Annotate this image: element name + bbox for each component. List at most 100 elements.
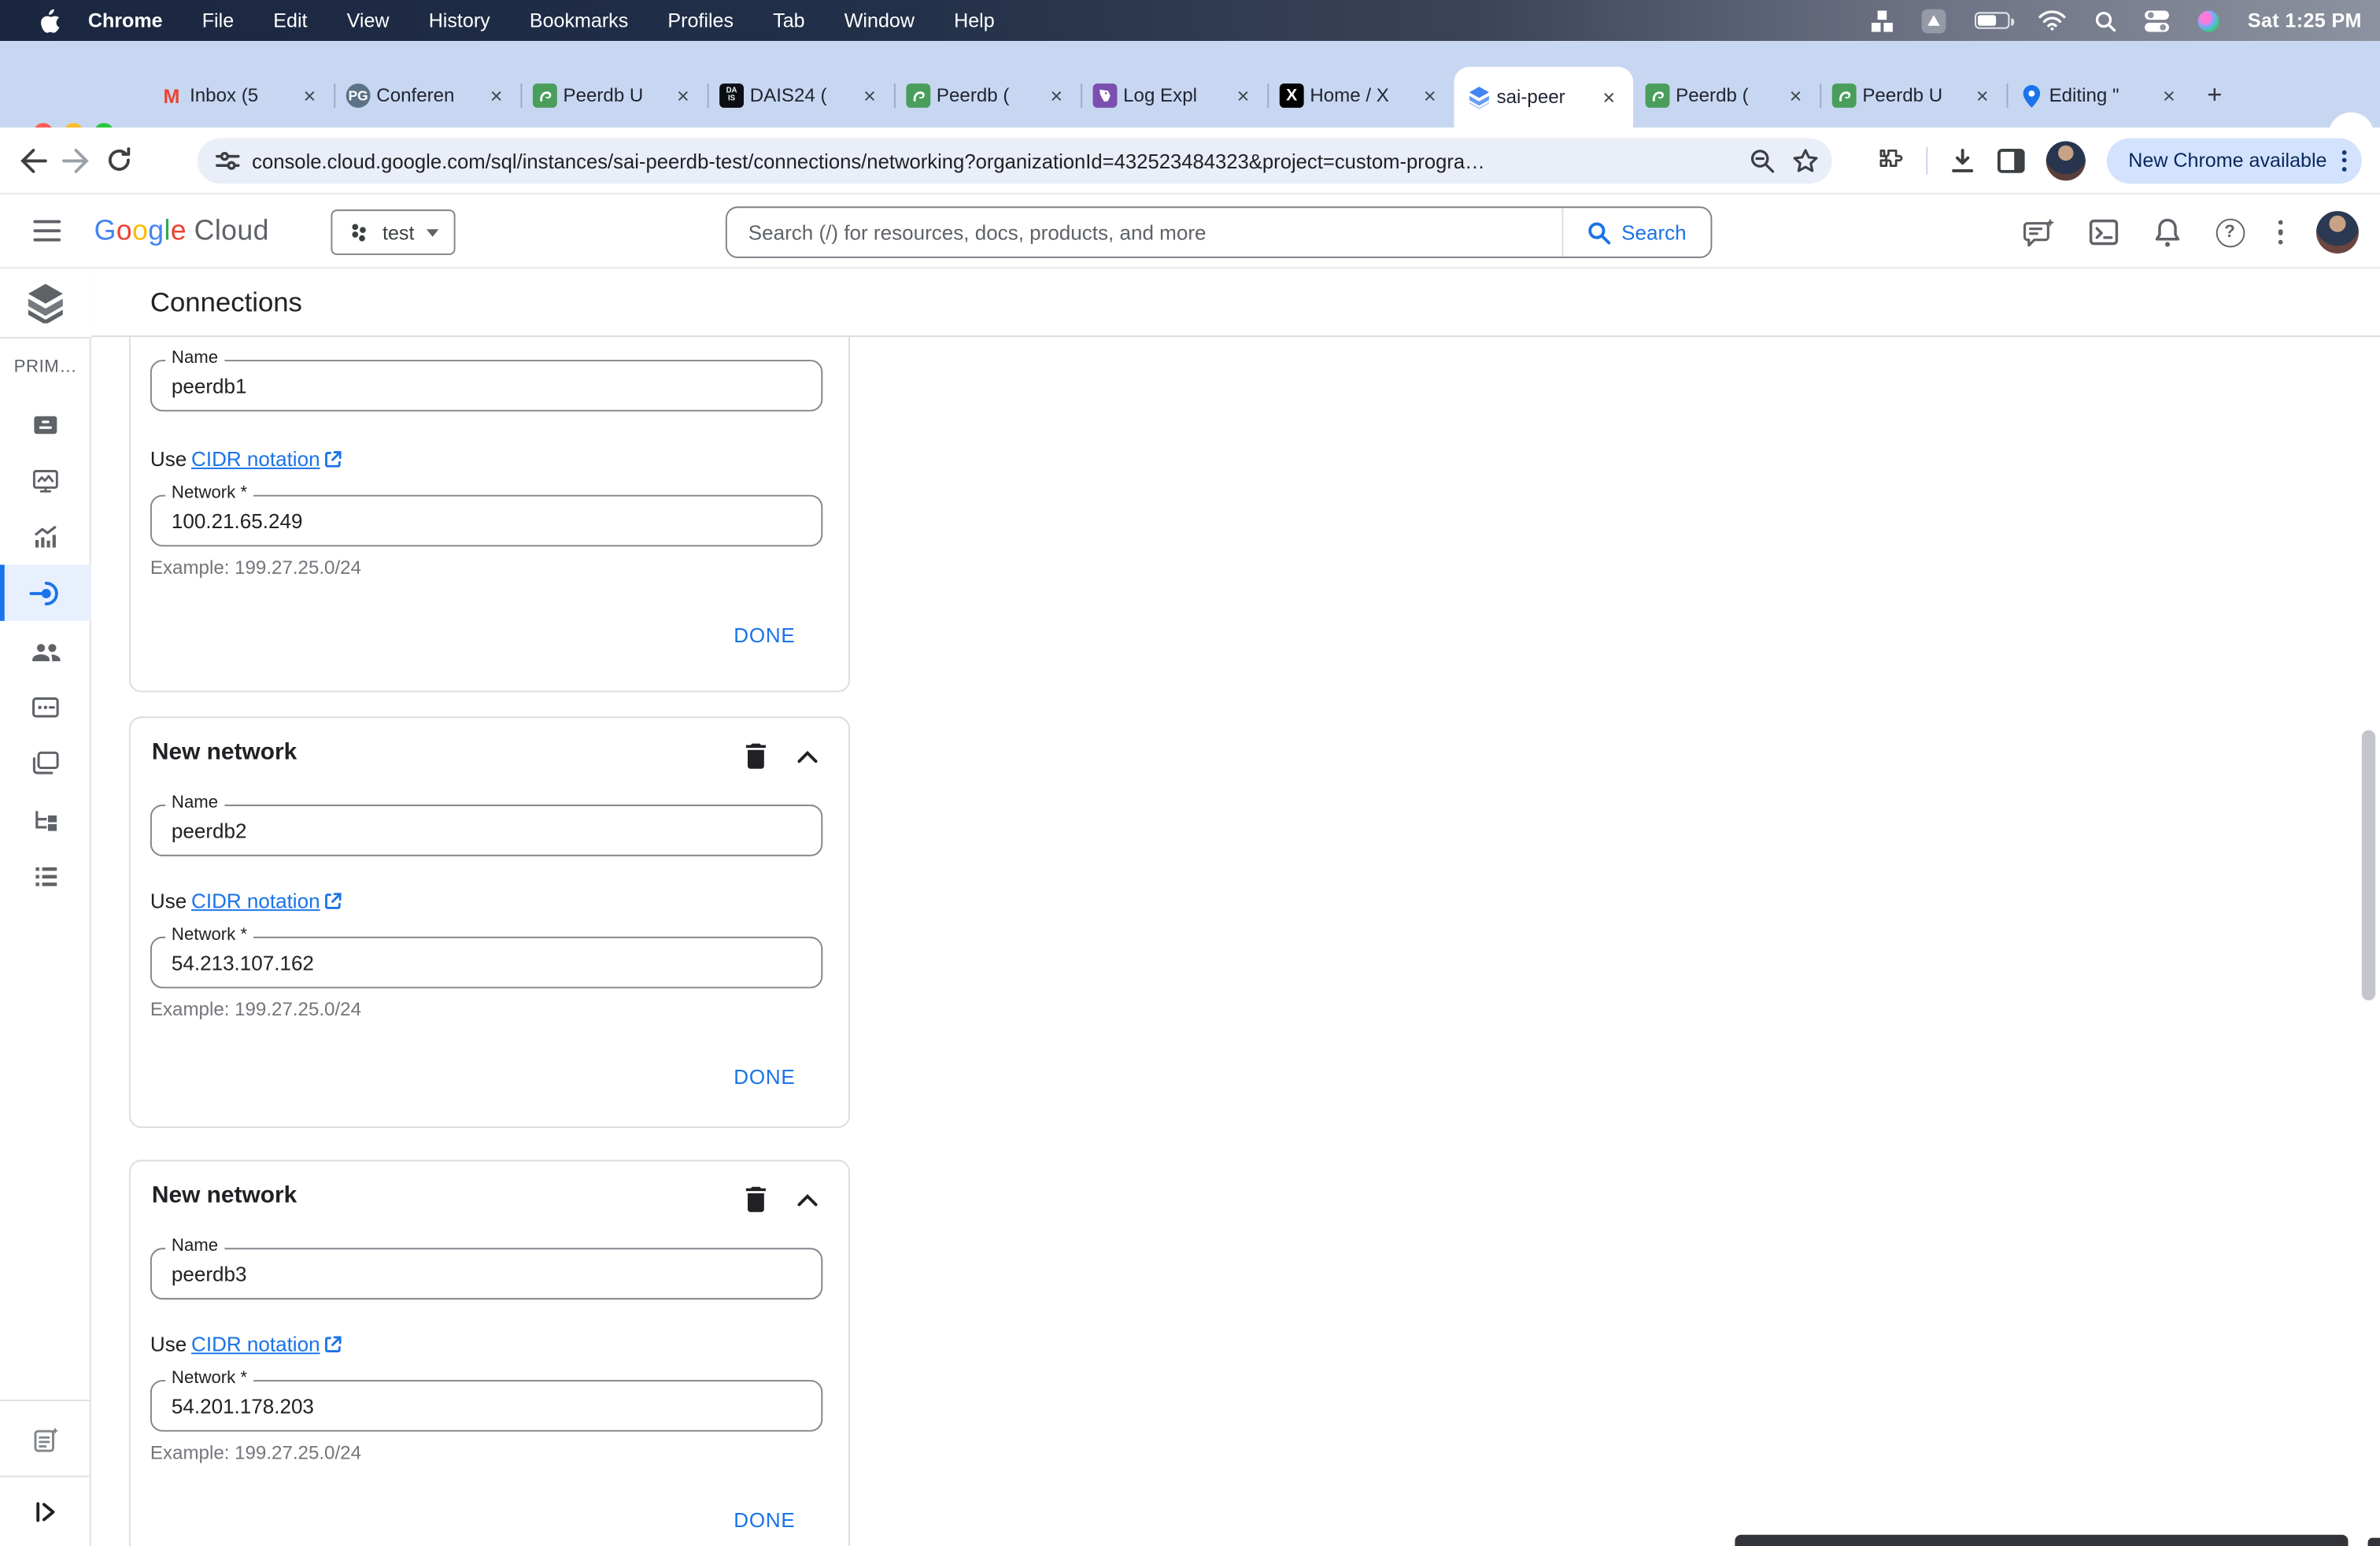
extensions-icon[interactable] xyxy=(1876,146,1905,175)
cidr-notation-link[interactable]: CIDR notation xyxy=(191,1333,342,1356)
reload-button[interactable] xyxy=(97,139,139,181)
tab-close-icon[interactable]: × xyxy=(1231,83,1255,108)
tab-close-icon[interactable]: × xyxy=(2156,83,2181,108)
sidebar-collapse-icon[interactable] xyxy=(0,1483,91,1539)
address-bar[interactable]: console.cloud.google.com/sql/instances/s… xyxy=(197,138,1832,184)
url-text[interactable]: console.cloud.google.com/sql/instances/s… xyxy=(252,150,1741,172)
zoom-page-icon[interactable] xyxy=(1741,139,1783,182)
collapse-card-icon[interactable] xyxy=(791,1182,824,1215)
menu-history[interactable]: History xyxy=(429,9,490,32)
cloud-search-bar[interactable]: Search xyxy=(725,206,1713,258)
tab-inbox[interactable]: M Inbox (5 × xyxy=(147,70,336,122)
more-options-icon[interactable] xyxy=(2277,220,2283,245)
tab-close-icon[interactable]: × xyxy=(858,83,882,108)
nav-menu-icon[interactable] xyxy=(33,220,61,242)
menu-view[interactable]: View xyxy=(347,9,390,32)
tab-close-icon[interactable]: × xyxy=(1044,83,1069,108)
account-avatar[interactable] xyxy=(2315,211,2359,254)
cidr-notation-link[interactable]: CIDR notation xyxy=(191,890,342,912)
tab-editing[interactable]: Editing " × xyxy=(2007,70,2193,122)
cloud-shell-icon[interactable] xyxy=(2088,217,2119,248)
name-input[interactable] xyxy=(151,1249,822,1298)
forward-button[interactable] xyxy=(54,139,97,181)
download-icon[interactable] xyxy=(1949,146,1977,174)
sidebar-item-backups[interactable] xyxy=(0,734,91,790)
sidebar-item-overview[interactable] xyxy=(0,396,91,452)
bookmark-star-icon[interactable] xyxy=(1783,139,1826,182)
gemini-assist-icon[interactable] xyxy=(2021,217,2054,248)
stats-widget-icon[interactable] xyxy=(1871,9,1893,31)
name-field[interactable]: Name xyxy=(150,793,823,856)
tab-log-explorer[interactable]: Log Expl × xyxy=(1081,70,1269,122)
tab-close-icon[interactable]: × xyxy=(1417,83,1442,108)
chrome-menu-icon[interactable] xyxy=(2341,149,2347,171)
tab-peerdb-1[interactable]: Peerdb U × xyxy=(520,70,709,122)
collapse-card-icon[interactable] xyxy=(791,739,824,772)
menu-tab[interactable]: Tab xyxy=(773,9,804,32)
sidebar-item-replicas[interactable] xyxy=(0,791,91,847)
chrome-profile-avatar[interactable] xyxy=(2046,140,2086,180)
network-input[interactable] xyxy=(151,938,822,987)
menubar-app-icon[interactable] xyxy=(1921,8,1946,33)
sidebar-item-databases[interactable] xyxy=(0,679,91,734)
done-button[interactable]: DONE xyxy=(734,624,795,647)
control-center-icon[interactable] xyxy=(2144,9,2169,31)
wifi-icon[interactable] xyxy=(2038,10,2066,31)
tab-close-icon[interactable]: × xyxy=(1597,85,1621,109)
new-tab-button[interactable]: + xyxy=(2193,74,2236,117)
notifications-bell-icon[interactable] xyxy=(2152,216,2182,248)
cloud-search-input[interactable] xyxy=(726,220,1562,244)
tab-peerdb-4[interactable]: Peerdb U × xyxy=(1820,70,2009,122)
cidr-notation-link[interactable]: CIDR notation xyxy=(191,448,342,471)
name-field[interactable]: Name xyxy=(150,349,823,412)
tab-close-icon[interactable]: × xyxy=(484,83,508,108)
tab-sai-peerdb-active[interactable]: sai-peer × xyxy=(1454,66,1634,128)
network-input[interactable] xyxy=(151,1381,822,1430)
menu-edit[interactable]: Edit xyxy=(273,9,307,32)
tab-close-icon[interactable]: × xyxy=(1970,83,1994,108)
network-field[interactable]: Network * xyxy=(150,1369,823,1432)
sidebar-item-query-insights[interactable] xyxy=(0,509,91,564)
help-icon[interactable]: ? xyxy=(2215,217,2245,247)
menu-help[interactable]: Help xyxy=(954,9,995,32)
side-panel-icon[interactable] xyxy=(1998,148,2026,172)
sidebar-item-connections[interactable] xyxy=(0,564,91,621)
sidebar-item-operations[interactable] xyxy=(0,849,91,904)
menu-file[interactable]: File xyxy=(202,9,234,32)
menubar-clock[interactable]: Sat 1:25 PM xyxy=(2248,9,2362,32)
menu-chrome[interactable]: Chrome xyxy=(88,9,163,32)
site-settings-icon[interactable] xyxy=(216,150,240,172)
done-button[interactable]: DONE xyxy=(734,1509,795,1532)
tab-conference[interactable]: PG Conferen × xyxy=(334,70,523,122)
delete-network-icon[interactable] xyxy=(739,739,772,772)
tab-peerdb-3[interactable]: Peerdb ( × xyxy=(1633,70,1822,122)
tab-dais24[interactable]: DA IS DAIS24 ( × xyxy=(708,70,896,122)
name-field[interactable]: Name xyxy=(150,1237,823,1300)
back-button[interactable] xyxy=(12,139,54,181)
tab-close-icon[interactable]: × xyxy=(298,83,322,108)
sidebar-item-users[interactable] xyxy=(0,623,91,679)
name-input[interactable] xyxy=(151,806,822,855)
project-picker[interactable]: test xyxy=(331,209,456,255)
sidebar-item-release-notes[interactable] xyxy=(0,1412,91,1468)
battery-icon[interactable] xyxy=(1974,12,2014,29)
cloud-sql-product-icon[interactable] xyxy=(0,268,91,338)
done-button[interactable]: DONE xyxy=(734,1066,795,1089)
siri-icon[interactable] xyxy=(2197,9,2219,31)
apple-icon[interactable] xyxy=(39,8,61,33)
name-input[interactable] xyxy=(151,361,822,410)
spotlight-search-icon[interactable] xyxy=(2094,10,2116,31)
chrome-update-pill[interactable]: New Chrome available xyxy=(2107,137,2362,183)
delete-network-icon[interactable] xyxy=(739,1182,772,1215)
menu-bookmarks[interactable]: Bookmarks xyxy=(530,9,628,32)
network-input[interactable] xyxy=(151,496,822,546)
tab-peerdb-2[interactable]: Peerdb ( × xyxy=(894,70,1083,122)
tab-x-home[interactable]: X Home / X × xyxy=(1267,70,1454,122)
tab-close-icon[interactable]: × xyxy=(671,83,695,108)
network-field[interactable]: Network * xyxy=(150,926,823,989)
vertical-scrollbar-thumb[interactable] xyxy=(2361,730,2376,1000)
menu-window[interactable]: Window xyxy=(844,9,915,32)
cloud-search-button[interactable]: Search xyxy=(1561,208,1711,257)
sidebar-item-system-insights[interactable] xyxy=(0,453,91,509)
tab-close-icon[interactable]: × xyxy=(1783,83,1808,108)
